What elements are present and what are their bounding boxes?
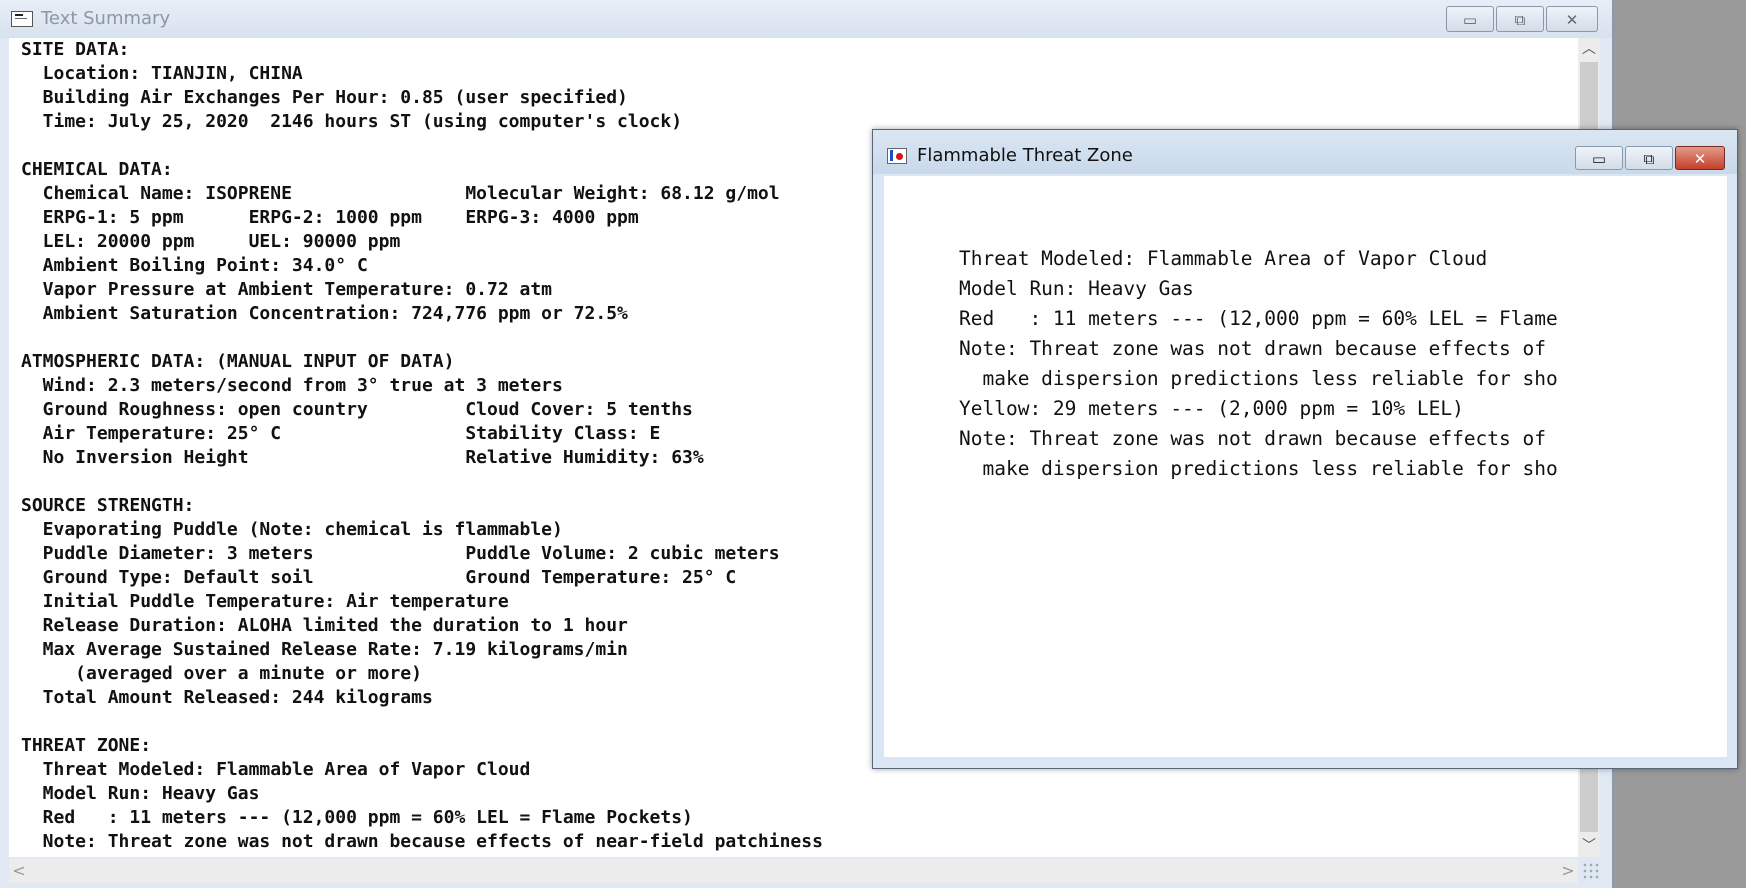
- popup-window-title: Flammable Threat Zone: [917, 145, 1133, 166]
- threat-zone-line: Note: Threat zone was not drawn because …: [959, 427, 1546, 450]
- report-line: Ground Roughness: open country Cloud Cov…: [21, 399, 693, 420]
- report-line: Vapor Pressure at Ambient Temperature: 0…: [21, 279, 553, 300]
- report-line: Location: TIANJIN, CHINA: [21, 63, 303, 84]
- threat-zone-line: make dispersion predictions less reliabl…: [959, 367, 1558, 390]
- report-line: THREAT ZONE:: [21, 735, 152, 756]
- report-line: [21, 470, 823, 494]
- main-window-controls: ▭ ⧉ ✕: [1444, 6, 1598, 32]
- flammable-threat-zone-window: Flammable Threat Zone ▭ ⧉ ✕ Threat Model…: [872, 129, 1738, 769]
- main-titlebar[interactable]: Text Summary ▭ ⧉ ✕: [0, 0, 1612, 38]
- threat-zone-line: Yellow: 29 meters --- (2,000 ppm = 10% L…: [959, 397, 1464, 420]
- threat-zone-line: Model Run: Heavy Gas: [959, 277, 1194, 300]
- report-line: Ambient Saturation Concentration: 724,77…: [21, 303, 628, 324]
- popup-minimize-button[interactable]: ▭: [1575, 146, 1623, 170]
- report-line: Chemical Name: ISOPRENE Molecular Weight…: [21, 183, 780, 204]
- report-line: No Inversion Height Relative Humidity: 6…: [21, 447, 704, 468]
- scroll-up-arrow-icon[interactable]: ︿: [1578, 38, 1600, 60]
- scroll-right-arrow-icon[interactable]: >: [1558, 859, 1578, 883]
- report-line: Note: Threat zone was not drawn because …: [21, 831, 823, 852]
- report-line: SOURCE STRENGTH:: [21, 495, 195, 516]
- report-text: SITE DATA: Location: TIANJIN, CHINA Buil…: [21, 38, 823, 854]
- horizontal-scrollbar[interactable]: < >: [9, 859, 1578, 883]
- popup-titlebar[interactable]: Flammable Threat Zone ▭ ⧉ ✕: [873, 130, 1737, 174]
- report-line: [21, 710, 823, 734]
- report-line: (averaged over a minute or more): [21, 663, 422, 684]
- popup-content-area: Threat Modeled: Flammable Area of Vapor …: [884, 176, 1727, 757]
- report-line: Wind: 2.3 meters/second from 3° true at …: [21, 375, 563, 396]
- report-line: Ground Type: Default soil Ground Tempera…: [21, 567, 737, 588]
- threat-zone-line: Red : 11 meters --- (12,000 ppm = 60% LE…: [959, 307, 1558, 330]
- report-line: Max Average Sustained Release Rate: 7.19…: [21, 639, 628, 660]
- scroll-left-arrow-icon[interactable]: <: [9, 859, 29, 883]
- close-button[interactable]: ✕: [1546, 6, 1598, 32]
- report-line: Model Run: Heavy Gas: [21, 783, 260, 804]
- threat-zone-line: Threat Modeled: Flammable Area of Vapor …: [959, 247, 1488, 270]
- minimize-button[interactable]: ▭: [1446, 6, 1494, 32]
- report-line: Air Temperature: 25° C Stability Class: …: [21, 423, 661, 444]
- report-line: SITE DATA:: [21, 39, 130, 60]
- threat-zone-app-icon: [887, 148, 907, 164]
- report-line: Ambient Boiling Point: 34.0° C: [21, 255, 368, 276]
- report-line: Initial Puddle Temperature: Air temperat…: [21, 591, 509, 612]
- app-window-icon: [11, 11, 33, 27]
- report-line: Time: July 25, 2020 2146 hours ST (using…: [21, 111, 683, 132]
- popup-close-button[interactable]: ✕: [1675, 146, 1725, 170]
- scroll-down-arrow-icon[interactable]: ﹀: [1578, 835, 1600, 857]
- report-line: Red : 11 meters --- (12,000 ppm = 60% LE…: [21, 807, 693, 828]
- threat-zone-line: Note: Threat zone was not drawn because …: [959, 337, 1546, 360]
- main-window-title: Text Summary: [41, 8, 171, 29]
- maximize-button[interactable]: ⧉: [1496, 6, 1544, 32]
- report-line: [21, 326, 823, 350]
- popup-window-controls: ▭ ⧉ ✕: [1573, 146, 1725, 170]
- threat-zone-line: make dispersion predictions less reliabl…: [959, 457, 1558, 480]
- report-line: ATMOSPHERIC DATA: (MANUAL INPUT OF DATA): [21, 351, 455, 372]
- report-line: [21, 134, 823, 158]
- report-line: CHEMICAL DATA:: [21, 159, 173, 180]
- popup-maximize-button[interactable]: ⧉: [1625, 146, 1673, 170]
- report-line: Evaporating Puddle (Note: chemical is fl…: [21, 519, 563, 540]
- report-line: Puddle Diameter: 3 meters Puddle Volume:…: [21, 543, 780, 564]
- report-line: Threat Modeled: Flammable Area of Vapor …: [21, 759, 531, 780]
- threat-zone-text: Threat Modeled: Flammable Area of Vapor …: [959, 244, 1558, 484]
- report-line: Total Amount Released: 244 kilograms: [21, 687, 433, 708]
- report-line: Release Duration: ALOHA limited the dura…: [21, 615, 628, 636]
- report-line: ERPG-1: 5 ppm ERPG-2: 1000 ppm ERPG-3: 4…: [21, 207, 639, 228]
- resize-grip-icon[interactable]: [1582, 862, 1600, 880]
- report-line: LEL: 20000 ppm UEL: 90000 ppm: [21, 231, 401, 252]
- report-line: Building Air Exchanges Per Hour: 0.85 (u…: [21, 87, 628, 108]
